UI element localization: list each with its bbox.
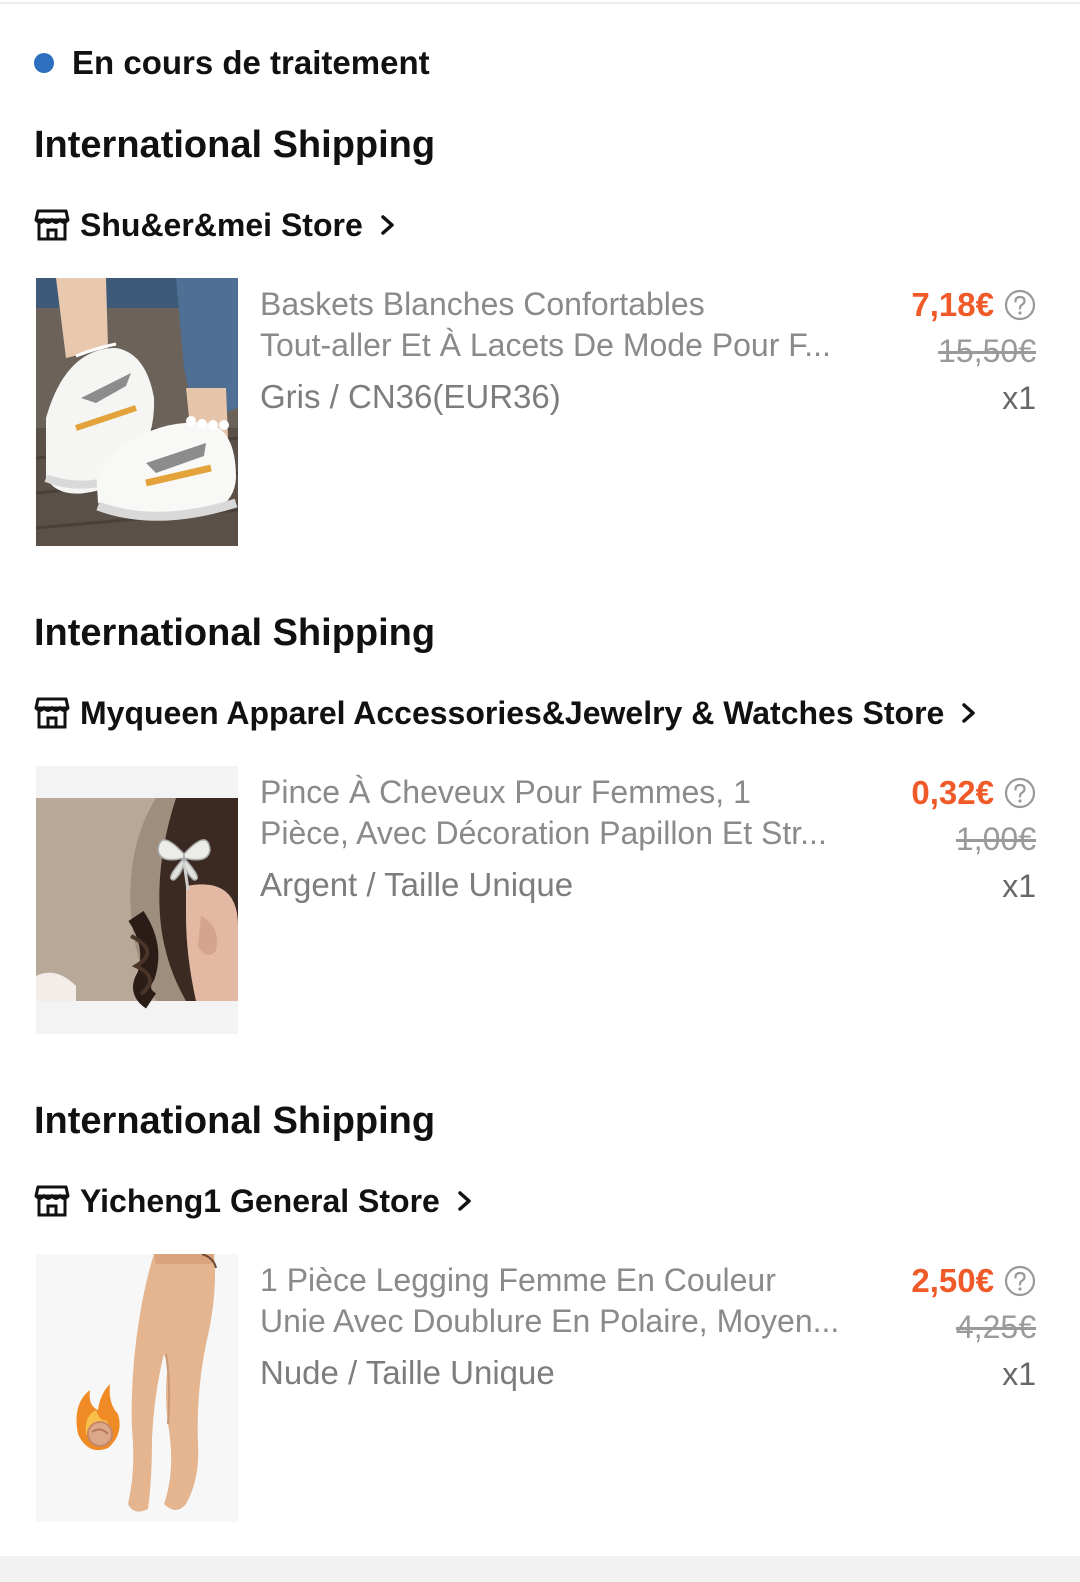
store-link[interactable]: Yicheng1 General Store: [34, 1180, 474, 1222]
question-mark-icon[interactable]: [1004, 777, 1036, 809]
original-price: 1,00€: [955, 821, 1036, 857]
question-mark-icon[interactable]: [1004, 289, 1036, 321]
store-icon: [34, 209, 70, 241]
product-title-line2: Pièce, Avec Décoration Papillon Et Str..…: [260, 815, 827, 851]
product-title-line1: Pince À Cheveux Pour Femmes, 1: [260, 774, 751, 810]
product-title-line1: Baskets Blanches Confortables: [260, 286, 705, 322]
shipping-title: International Shipping: [34, 612, 436, 654]
product-title[interactable]: 1 Pièce Legging Femme En Couleur Unie Av…: [260, 1260, 880, 1342]
sneakers-image[interactable]: [36, 278, 238, 546]
chevron-right-icon: [380, 215, 394, 235]
chevron-right-icon: [962, 703, 976, 723]
store-icon: [34, 1185, 70, 1217]
quantity: x1: [1002, 1356, 1036, 1392]
question-mark-icon[interactable]: [1004, 1265, 1036, 1297]
store-icon: [34, 697, 70, 729]
status-dot-icon: [34, 53, 54, 73]
shipment-group: International Shipping Shu&er&mei Store: [34, 122, 1044, 582]
shipping-title: International Shipping: [34, 1100, 436, 1142]
store-name: Yicheng1 General Store: [80, 1182, 440, 1219]
top-divider: [0, 0, 1080, 4]
original-price: 15,50€: [938, 333, 1036, 369]
product-title[interactable]: Pince À Cheveux Pour Femmes, 1 Pièce, Av…: [260, 772, 880, 854]
quantity: x1: [1002, 868, 1036, 904]
product-variant: Argent / Taille Unique: [260, 866, 574, 903]
product-title-line2: Unie Avec Doublure En Polaire, Moyen...: [260, 1303, 840, 1339]
price-block: 2,50€ 4,25€ x1: [911, 1260, 1036, 1394]
status-label: En cours de traitement: [72, 44, 430, 81]
quantity: x1: [1002, 380, 1036, 416]
product-title-line2: Tout-aller Et À Lacets De Mode Pour F...: [260, 327, 831, 363]
shipping-title: International Shipping: [34, 124, 436, 166]
sale-price: 0,32€: [911, 774, 994, 811]
bottom-divider: [0, 1556, 1080, 1582]
product-variant: Nude / Taille Unique: [260, 1354, 555, 1391]
hair-clip-image[interactable]: [36, 766, 238, 1034]
shipment-group: International Shipping Yicheng1 General …: [34, 1098, 1044, 1558]
order-status: En cours de traitement: [34, 40, 430, 86]
product-title[interactable]: Baskets Blanches Confortables Tout-aller…: [260, 284, 880, 366]
price-block: 0,32€ 1,00€ x1: [911, 772, 1036, 906]
chevron-right-icon: [458, 1191, 471, 1211]
store-link[interactable]: Shu&er&mei Store: [34, 204, 397, 246]
sale-price: 2,50€: [911, 1262, 994, 1299]
product-title-line1: 1 Pièce Legging Femme En Couleur: [260, 1262, 776, 1298]
product-variant: Gris / CN36(EUR36): [260, 378, 561, 415]
store-name: Myqueen Apparel Accessories&Jewelry & Wa…: [80, 694, 945, 731]
shipment-group: International Shipping Myqueen Apparel A…: [34, 610, 1044, 1070]
price-block: 7,18€ 15,50€ x1: [911, 284, 1036, 418]
store-link[interactable]: Myqueen Apparel Accessories&Jewelry & Wa…: [34, 692, 978, 734]
store-name: Shu&er&mei Store: [80, 206, 363, 243]
leggings-image[interactable]: [36, 1254, 238, 1522]
sale-price: 7,18€: [911, 286, 994, 323]
original-price: 4,25€: [955, 1309, 1036, 1345]
